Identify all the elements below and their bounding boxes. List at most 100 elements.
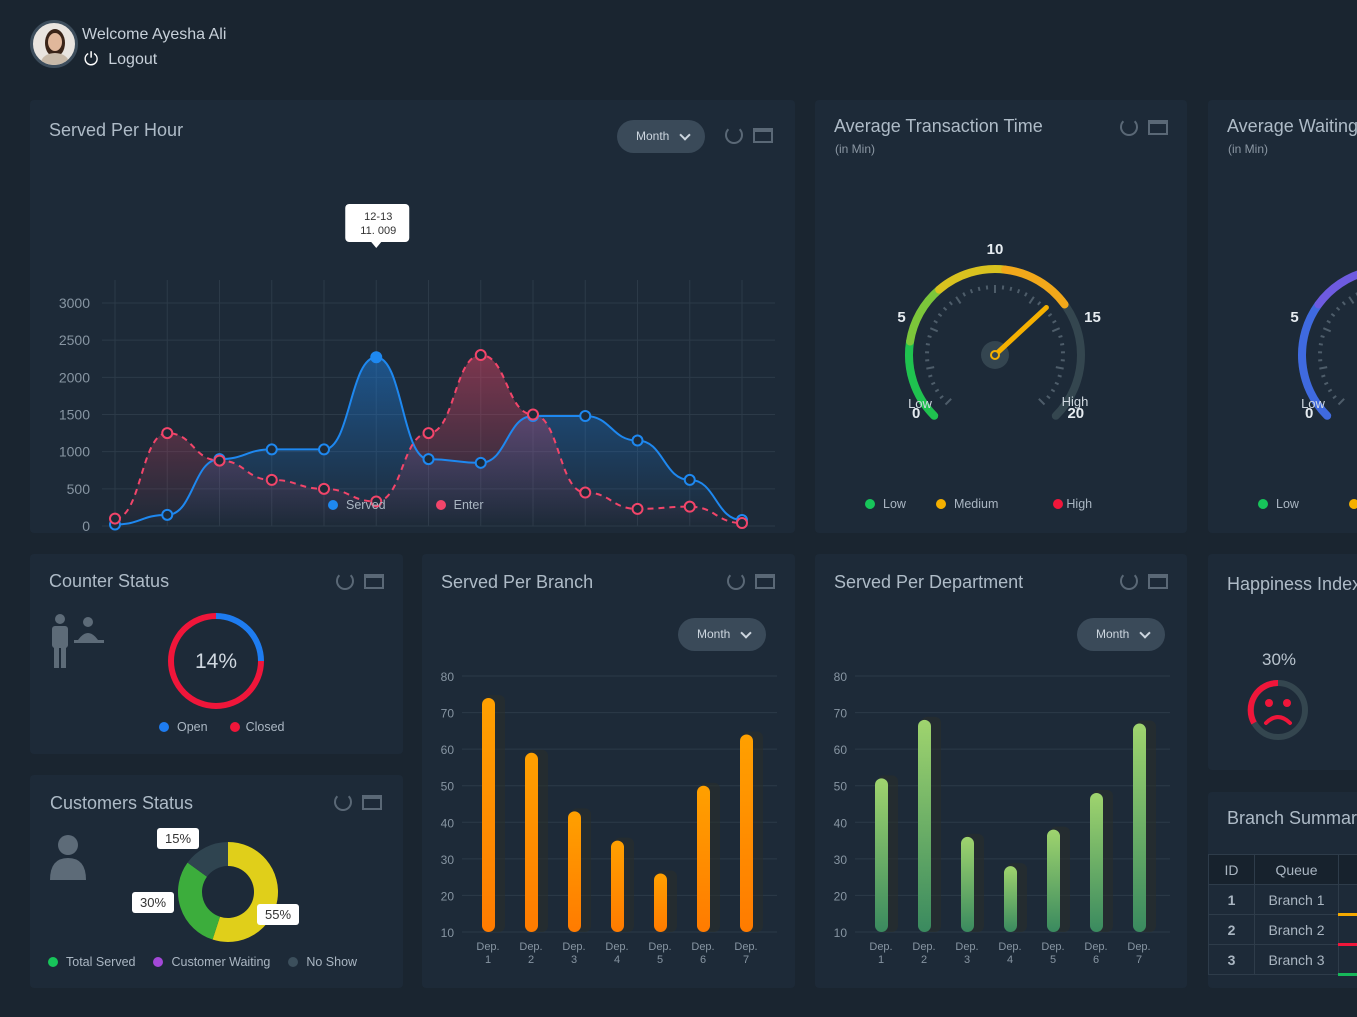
point-enter [631,502,644,515]
point-served [474,456,487,469]
customers-status-panel: Customers Status 15% 30% 55% Total Serve… [30,775,403,988]
table-row[interactable]: 2 Branch 2 [1208,914,1357,946]
y-tick-label: 80 [441,670,455,684]
donut-slice [178,862,221,940]
gauge-fill [1001,265,1069,309]
logout-label: Logout [108,50,158,68]
table-row[interactable]: 3 Branch 3 [1208,944,1357,976]
gauge-tick [931,381,936,386]
point-enter [109,512,121,525]
gauge-tick [1319,366,1328,370]
y-tick-label: 3000 [59,295,90,311]
gauge-tick [1341,301,1346,306]
refresh-icon[interactable] [727,572,745,590]
panel-title: Counter Status [49,571,170,591]
point-enter [318,482,330,495]
x-tick-label: Dep. [562,941,585,953]
welcome-text: Welcome Ayesha Ali [82,26,227,43]
point-enter [161,427,174,440]
point-served [370,351,383,364]
waiting-gauge: 05Low [1290,270,1357,422]
panel-title: Served Per Hour [49,120,184,140]
gauge-label: 15 [1084,309,1101,326]
maximize-icon[interactable] [755,573,775,589]
month-dropdown[interactable]: Month [1077,618,1166,651]
point-served [631,434,644,447]
month-dropdown[interactable]: Month [617,120,706,153]
x-tick-label: 2 [528,954,534,966]
gauge-tick [934,388,940,393]
bar [525,752,538,932]
gauge-tick [1327,388,1333,393]
gauge-tick [1326,319,1331,324]
x-tick-label: Dep. [605,941,628,953]
maximize-icon[interactable] [364,573,384,589]
gauge-tick [944,398,952,406]
y-tick-label: 70 [441,707,455,721]
served-per-branch-chart: 1020304050607080Dep.1Dep.2Dep.3Dep.4Dep.… [441,670,777,966]
refresh-icon[interactable] [336,572,354,590]
bar [482,697,495,932]
y-tick-label: 0 [82,518,90,533]
avg-waiting-panel: Average Waiting Time (in Min) 05Low Low [1208,100,1357,533]
legend-enter[interactable]: Enter [435,498,484,512]
gauge-tick [1050,388,1056,393]
avg-transaction-panel: Average Transaction Time (in Min) 0 5 10 15… [815,100,1187,533]
gauge-tick [955,296,962,305]
legend-no-show: No Show [288,955,357,969]
y-tick-label: 30 [441,853,455,867]
refresh-icon[interactable] [334,793,352,811]
bar [1090,793,1103,932]
x-tick-label: 4 [1007,954,1013,966]
gauge-tick [1322,327,1332,333]
y-tick-label: 2500 [59,332,90,348]
maximize-icon[interactable] [1148,573,1168,589]
y-tick-label: 1000 [59,444,90,460]
legend-closed: Closed [229,720,285,734]
x-tick-label: 6 [700,954,706,966]
gauge-tick [1028,296,1035,305]
x-tick-label: 2 [921,954,927,966]
bar [654,873,667,932]
panel-title: Served Per Branch [441,572,594,592]
gauge-label: 10 [987,241,1004,258]
logout-button[interactable]: ⏻ Logout [84,49,157,70]
point-served [683,473,696,486]
refresh-icon[interactable] [725,126,743,144]
refresh-icon[interactable] [1120,572,1138,590]
x-tick-label: 4 [614,954,620,966]
gauge-label: 5 [1290,309,1298,326]
y-tick-label: 70 [834,707,848,721]
gauge-tick [1348,296,1355,305]
label-55: 55% [257,904,300,925]
y-tick-label: 50 [834,780,848,794]
x-tick-label: 7 [1136,954,1142,966]
gauge-label: 5 [897,309,905,326]
legend-served[interactable]: Served [328,498,386,512]
gauge-tick [1038,398,1046,406]
x-tick-label: 3 [571,954,577,966]
month-dropdown[interactable]: Month [678,618,767,651]
y-tick-label: 60 [441,743,455,757]
gauge-tick [1330,313,1336,318]
maximize-icon[interactable] [753,127,773,143]
point-enter [422,427,435,440]
x-tick-label: Dep. [1127,941,1150,953]
x-tick-label: Dep. [519,941,542,953]
tooltip-label: 12-13 [364,211,392,223]
y-tick-label: 80 [834,670,848,684]
avatar[interactable] [30,20,78,68]
gauge-tick [925,343,930,346]
y-tick-label: 40 [834,816,848,830]
maximize-icon[interactable] [362,794,382,810]
x-tick-label: Dep. [476,941,499,953]
point-served [318,443,330,456]
y-tick-label: 50 [441,780,455,794]
table-row[interactable]: 1 Branch 1 [1208,884,1357,916]
gauge-tick [1016,288,1021,294]
point-served [265,443,278,456]
legend-customer-waiting: Customer Waiting [153,955,270,969]
sad-face-icon [1247,679,1308,740]
gauge-tick [1335,306,1341,311]
point-enter [683,500,696,513]
